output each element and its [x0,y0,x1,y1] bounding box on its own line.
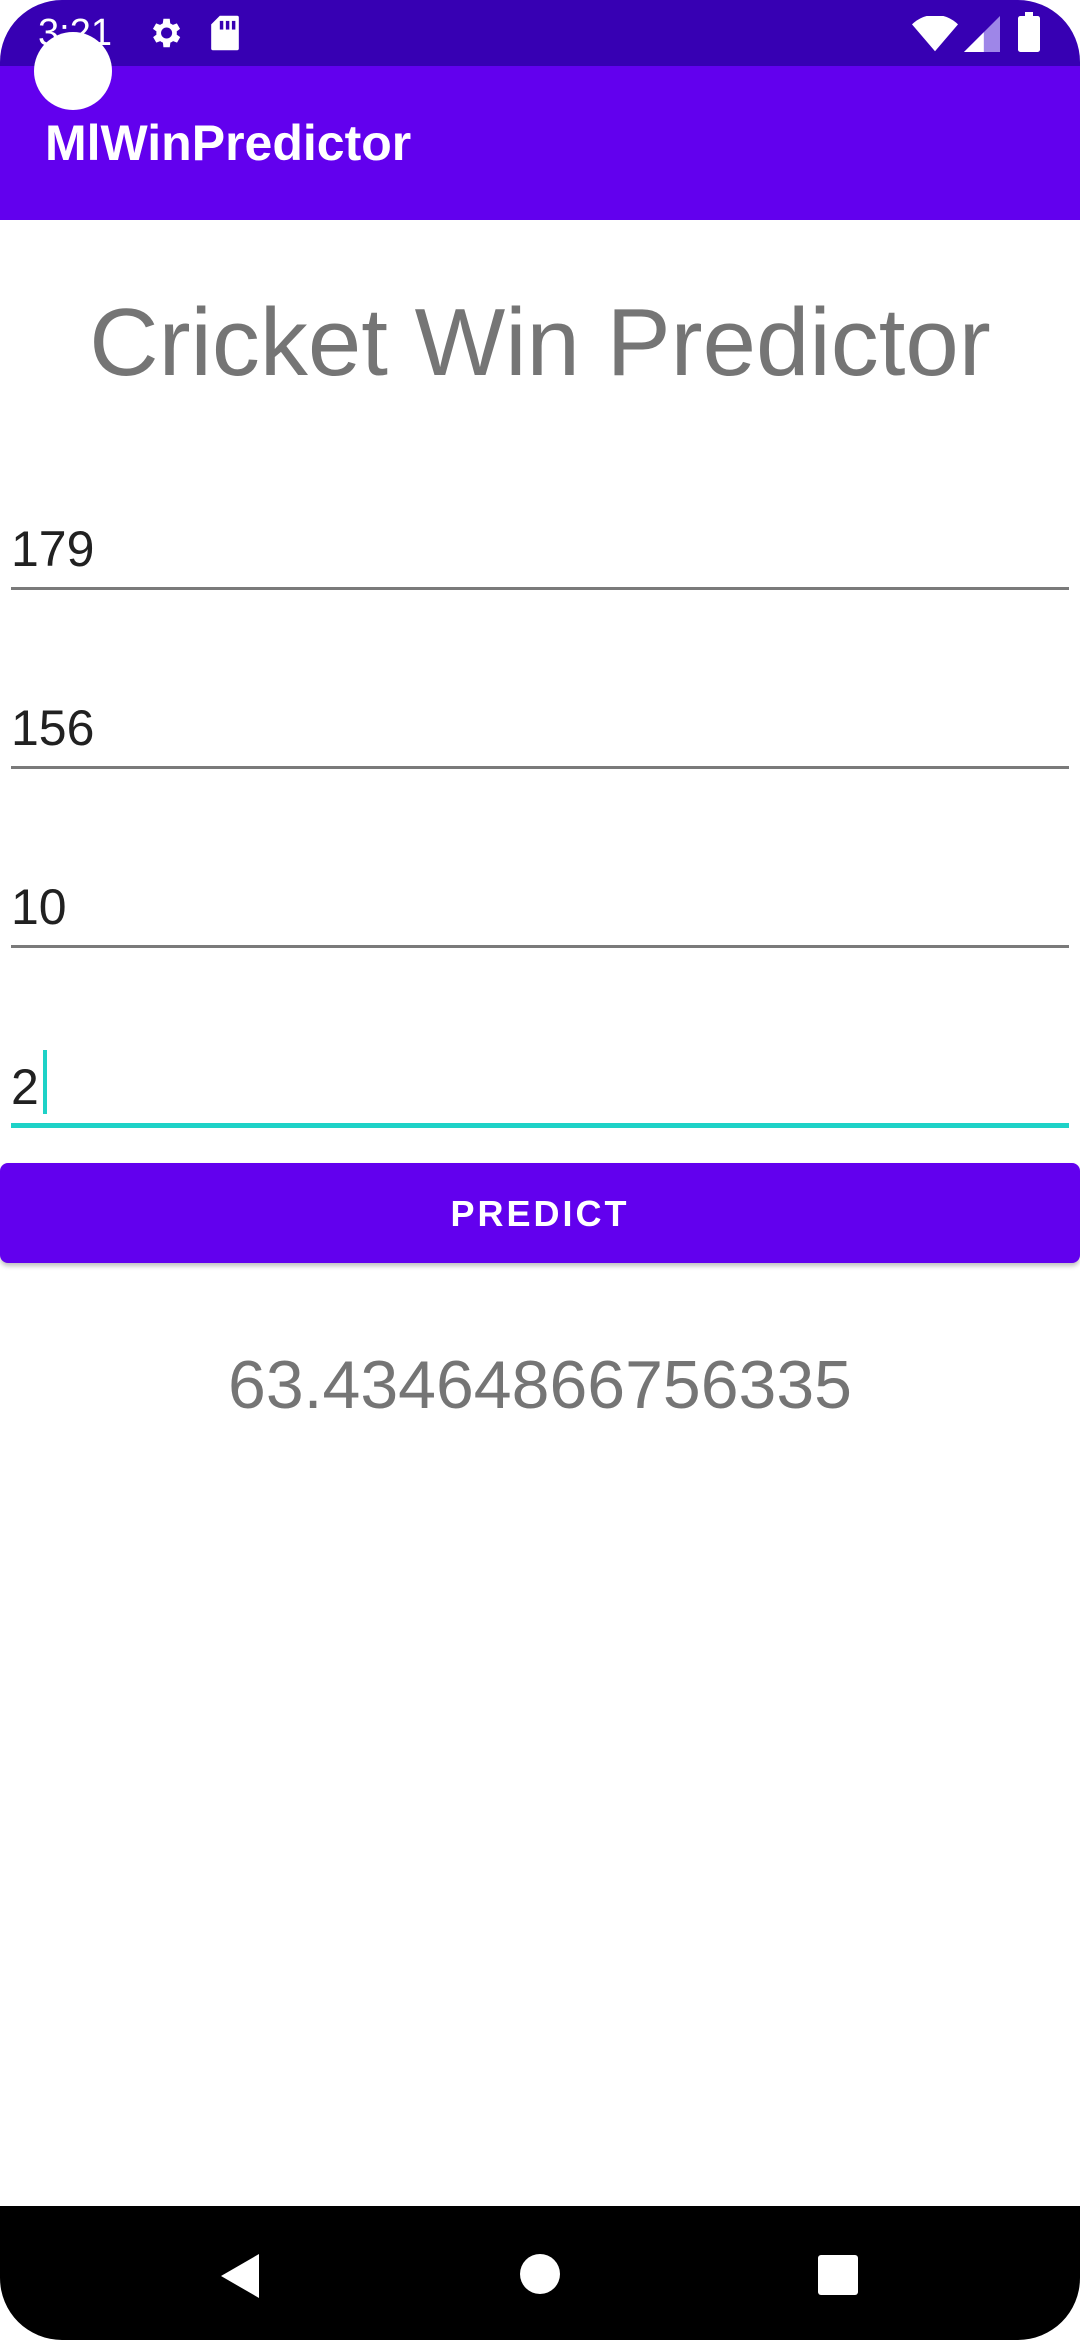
input-field-1-underline [11,587,1069,590]
page-title: Cricket Win Predictor [89,289,991,396]
home-icon[interactable] [480,2206,600,2340]
input-field-1-value: 179 [11,521,95,577]
text-cursor [42,1050,47,1114]
app-bar: MlWinPredictor [0,66,1080,220]
app-screen: 3:21 [0,0,1080,2340]
battery-icon [1018,12,1040,57]
predict-button[interactable]: PREDICT [0,1163,1080,1263]
input-field-4-text: 2 [11,1059,39,1115]
camera-cutout [34,32,112,110]
prediction-result: 63.43464866756335 [228,1347,852,1423]
app-title: MlWinPredictor [45,115,412,171]
input-field-4-value: 2 [11,1050,47,1116]
input-field-4[interactable]: 2 [11,1038,1069,1128]
input-field-2[interactable]: 156 [11,679,1069,769]
navigation-bar [0,2206,1080,2340]
input-field-3[interactable]: 10 [11,858,1069,948]
input-field-3-underline [11,945,1069,948]
input-field-1[interactable]: 179 [11,500,1069,590]
status-bar: 3:21 [0,0,1080,66]
settings-icon [146,14,184,57]
signal-icon [964,16,1000,57]
input-field-2-underline [11,766,1069,769]
input-field-2-value: 156 [11,700,95,756]
wifi-icon [912,14,958,57]
input-field-4-underline [11,1123,1069,1128]
recents-icon[interactable] [778,2206,898,2340]
sd-card-icon [208,14,242,57]
back-icon[interactable] [180,2206,300,2340]
input-field-3-value: 10 [11,879,67,935]
